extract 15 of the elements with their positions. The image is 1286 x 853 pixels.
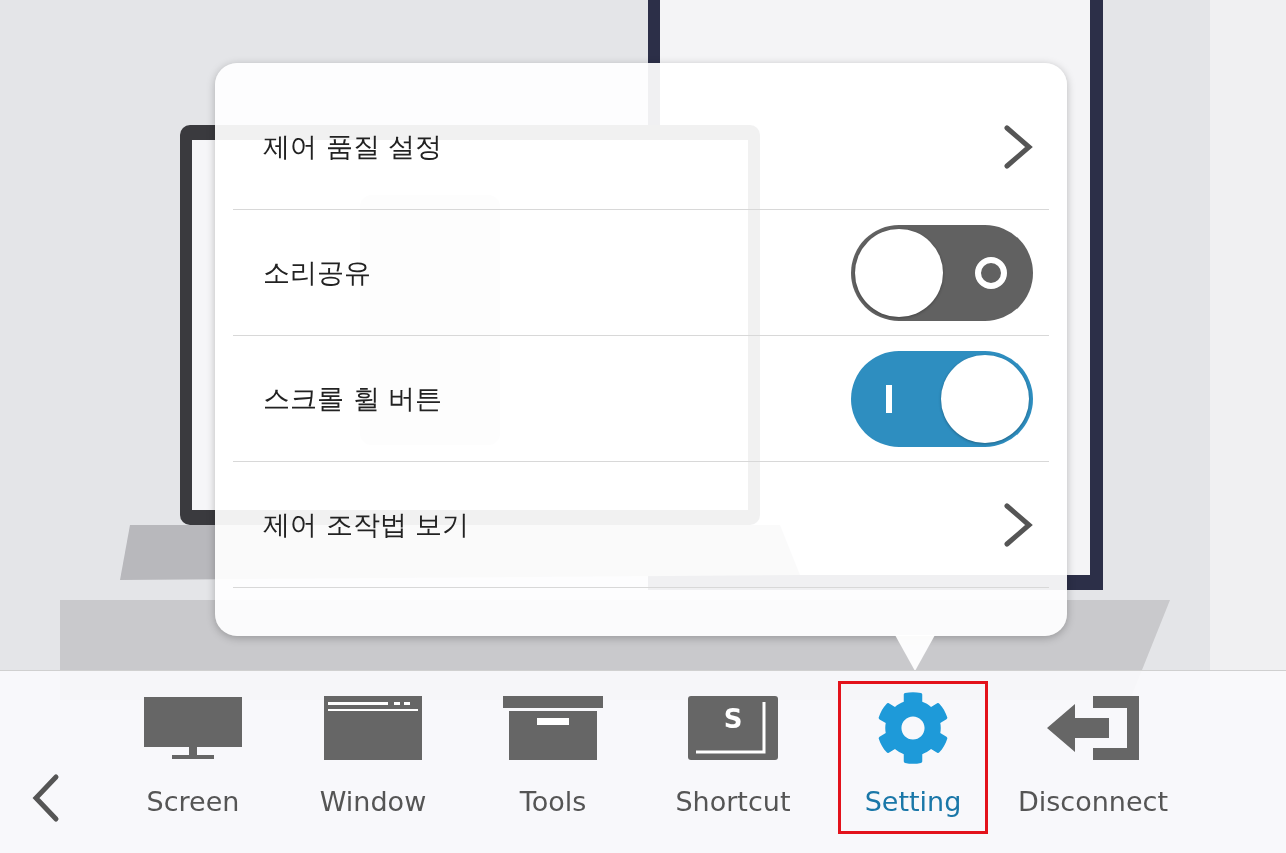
setting-label: 제어 조작법 보기 bbox=[263, 507, 470, 542]
settings-row[interactable]: 제어 조작법 보기 bbox=[233, 462, 1049, 588]
keyboard-key-icon: S bbox=[688, 696, 778, 760]
settings-row[interactable]: 소리공유 bbox=[233, 210, 1049, 336]
toolbar-button[interactable]: Window bbox=[283, 681, 463, 834]
toolbar-button[interactable]: Tools bbox=[463, 681, 643, 834]
settings-row[interactable]: 스크롤 휠 버튼 bbox=[233, 336, 1049, 462]
toolbar-button[interactable]: Disconnect bbox=[1003, 681, 1183, 834]
settings-row[interactable]: 제어 품질 설정 bbox=[233, 84, 1049, 210]
setting-label: 소리공유 bbox=[263, 255, 371, 290]
toolbar-button[interactable]: Screen bbox=[103, 681, 283, 834]
setting-label: 스크롤 휠 버튼 bbox=[263, 381, 443, 416]
toolbar-button[interactable]: Setting bbox=[838, 681, 988, 834]
setting-label: 제어 품질 설정 bbox=[263, 129, 443, 164]
toolbar-button[interactable]: S Shortcut bbox=[643, 681, 823, 834]
